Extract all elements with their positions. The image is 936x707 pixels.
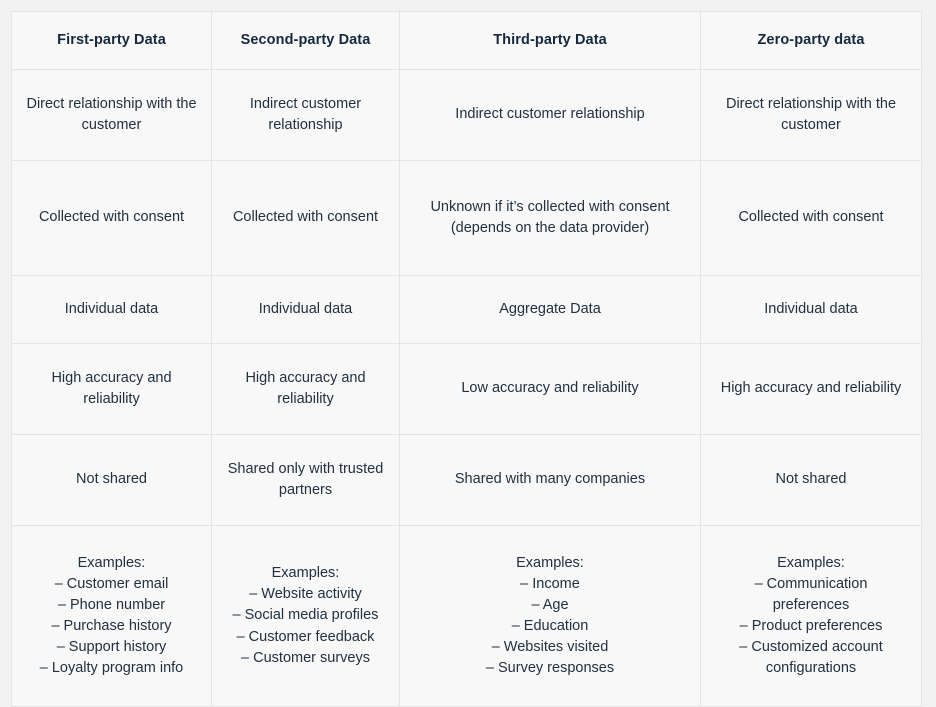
cell-consent-first-party: Collected with consent [11, 160, 212, 276]
cell-relationship-zero-party: Direct relationship with the customer [700, 69, 922, 161]
page-container: First-party Data Second-party Data Third… [0, 0, 936, 707]
list-item: – Income [520, 575, 580, 592]
cell-relationship-first-party: Direct relationship with the customer [11, 69, 212, 161]
table-header-row: First-party Data Second-party Data Third… [11, 11, 922, 70]
table-row: Not shared Shared only with trusted part… [11, 434, 922, 526]
table-row: Direct relationship with the customer In… [11, 69, 922, 161]
table-row: High accuracy and reliability High accur… [11, 343, 922, 435]
cell-accuracy-zero-party: High accuracy and reliability [700, 343, 922, 435]
column-header-first-party: First-party Data [11, 11, 212, 70]
column-header-second-party: Second-party Data [211, 11, 400, 70]
list-item: – Phone number [57, 596, 166, 613]
list-item: – Loyalty program info [39, 660, 184, 677]
list-item: – Customized account configurations [739, 639, 883, 677]
column-header-zero-party: Zero-party data [700, 11, 922, 70]
cell-accuracy-third-party: Low accuracy and reliability [399, 343, 701, 435]
list-item: – Customer feedback [236, 628, 375, 645]
list-item: – Website activity [249, 586, 362, 603]
table-row: Collected with consent Collected with co… [11, 160, 922, 276]
list-item: – Product preferences [739, 618, 883, 634]
list-item: – Survey responses [485, 660, 615, 677]
cell-examples-second-party: Examples: – Website activity – Social me… [211, 525, 400, 707]
table-body: Direct relationship with the customer In… [11, 69, 922, 707]
cell-examples-first-party: Examples: – Customer email – Phone numbe… [11, 525, 212, 707]
list-item: – Customer email [54, 575, 169, 592]
cell-granularity-second-party: Individual data [211, 275, 400, 344]
list-item: – Social media profiles [232, 607, 379, 624]
list-item: – Communication preferences [754, 575, 868, 613]
cell-sharing-zero-party: Not shared [700, 434, 922, 526]
list-item: – Purchase history [51, 618, 172, 634]
cell-consent-second-party: Collected with consent [211, 160, 400, 276]
table-header: First-party Data Second-party Data Third… [11, 11, 922, 70]
cell-granularity-third-party: Aggregate Data [399, 275, 701, 344]
cell-sharing-first-party: Not shared [11, 434, 212, 526]
examples-list-second-party: Examples: – Website activity – Social me… [226, 563, 385, 668]
cell-relationship-second-party: Indirect customer relationship [211, 69, 400, 161]
list-item: – Customer surveys [241, 649, 370, 666]
cell-accuracy-second-party: High accuracy and reliability [211, 343, 400, 435]
examples-title: Examples: [516, 554, 584, 571]
cell-granularity-zero-party: Individual data [700, 275, 922, 344]
cell-examples-zero-party: Examples: – Communication preferences – … [700, 525, 922, 707]
examples-list-first-party: Examples: – Customer email – Phone numbe… [26, 553, 197, 679]
list-item: – Support history [56, 639, 167, 656]
list-item: – Age [531, 596, 569, 613]
cell-examples-third-party: Examples: – Income – Age – Education – W… [399, 525, 701, 707]
column-header-third-party: Third-party Data [399, 11, 701, 70]
list-item: – Education [511, 618, 589, 634]
table-row: Individual data Individual data Aggregat… [11, 275, 922, 344]
examples-list-third-party: Examples: – Income – Age – Education – W… [414, 553, 686, 679]
cell-granularity-first-party: Individual data [11, 275, 212, 344]
examples-title: Examples: [271, 565, 340, 582]
cell-sharing-third-party: Shared with many companies [399, 434, 701, 526]
cell-accuracy-first-party: High accuracy and reliability [11, 343, 212, 435]
data-types-comparison-table: First-party Data Second-party Data Third… [11, 11, 922, 707]
cell-sharing-second-party: Shared only with trusted partners [211, 434, 400, 526]
examples-list-zero-party: Examples: – Communication preferences – … [715, 553, 907, 679]
table-row: Examples: – Customer email – Phone numbe… [11, 525, 922, 707]
examples-title: Examples: [777, 554, 845, 571]
examples-title: Examples: [77, 554, 146, 571]
cell-relationship-third-party: Indirect customer relationship [399, 69, 701, 161]
list-item: – Websites visited [491, 639, 609, 656]
cell-consent-third-party: Unknown if it’s collected with consent (… [399, 160, 701, 276]
cell-consent-zero-party: Collected with consent [700, 160, 922, 276]
